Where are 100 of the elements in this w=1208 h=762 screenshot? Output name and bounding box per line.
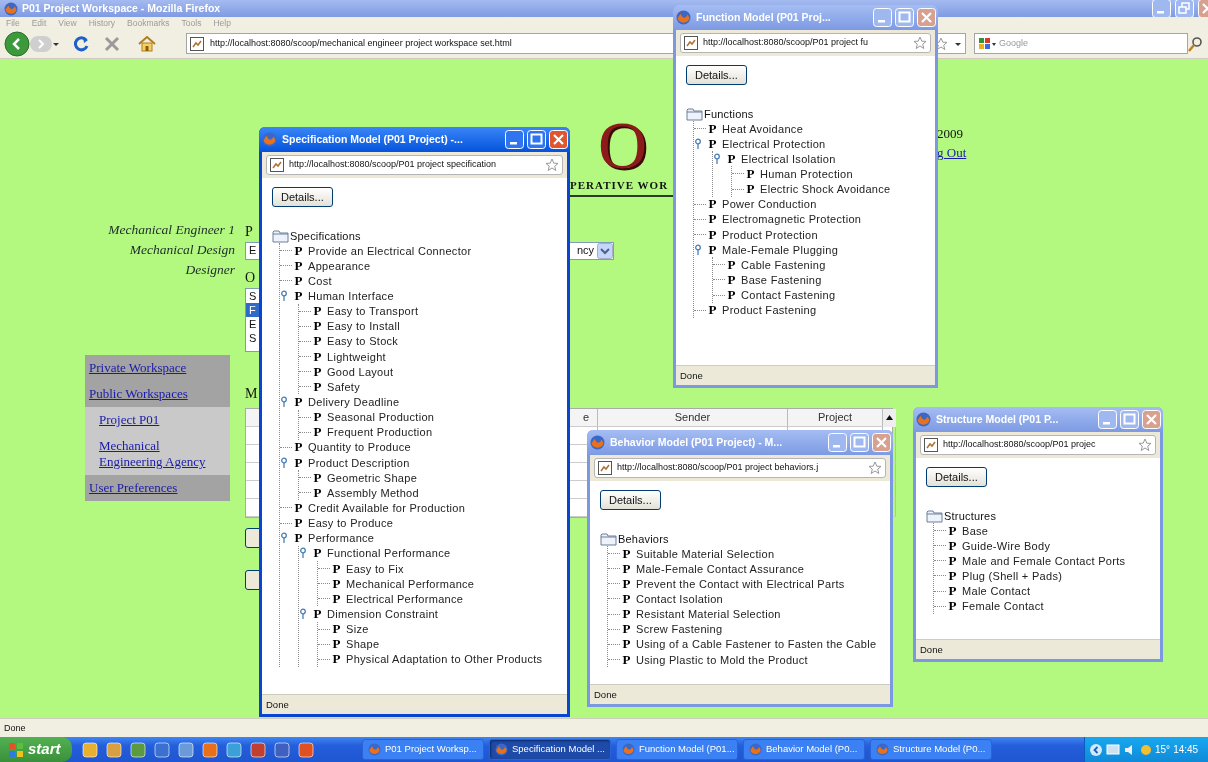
tree-item[interactable]: Safety [327,379,360,394]
app-shortcut-icon[interactable] [106,741,122,758]
address-field[interactable]: http://localhost:8080/scoop/P01 projec [920,435,1156,455]
tree-item[interactable]: Quantity to Produce [308,440,411,455]
minimize-button[interactable] [873,8,892,27]
tree-item[interactable]: Appearance [308,258,371,273]
app-shortcut-icon[interactable] [226,741,242,758]
tree-item[interactable]: Electrical Isolation [741,151,836,166]
tree-root[interactable]: Specifications [290,230,361,243]
tree-item[interactable]: Suitable Material Selection [636,546,775,561]
app-shortcut-icon[interactable] [298,741,314,758]
tree-item[interactable]: Male Contact [962,584,1031,599]
close-button[interactable] [872,433,891,452]
details-button[interactable]: Details... [272,187,333,207]
tree-item[interactable]: Assembly Method [327,485,419,500]
tree-item[interactable]: Product Description [308,455,410,470]
details-button[interactable]: Details... [600,490,661,510]
weather-icon[interactable] [1140,743,1152,756]
minimize-button[interactable] [1098,410,1117,429]
app-shortcut-icon[interactable] [202,741,218,758]
home-icon[interactable] [138,35,156,52]
maximize-button[interactable] [850,433,869,452]
minimize-button[interactable] [1152,0,1171,18]
star-icon[interactable] [545,158,559,172]
taskbar-button[interactable]: Function Model (P01... [616,739,738,760]
tree-item[interactable]: Female Contact [962,599,1044,614]
tree-item[interactable]: Easy to Produce [308,516,394,531]
tree-item[interactable]: Provide an Electrical Connector [308,243,472,258]
address-field[interactable]: http://localhost:8080/scoop/P01 project behaviors.j [594,458,886,478]
details-button[interactable]: Details... [686,65,747,85]
tree-root[interactable]: Behaviors [618,533,669,546]
tree-item[interactable]: Geometric Shape [327,470,418,485]
taskbar-button[interactable]: Specification Model ... [489,739,611,760]
tree-item[interactable]: Physical Adaptation to Other Products [346,652,543,667]
colored-squares-icon[interactable] [978,36,996,51]
tree-item[interactable]: Resistant Material Selection [636,607,781,622]
tree-item[interactable]: Base Fastening [741,272,822,287]
search-field[interactable]: Google [974,33,1188,54]
tree-item[interactable]: Good Layout [327,364,394,379]
star-icon[interactable] [913,36,927,50]
tree-item[interactable]: Using of a Cable Fastener to Fasten the Cable [636,637,877,652]
logout-link[interactable]: g Out [937,145,967,161]
tree-item[interactable]: Male-Female Plugging [722,242,839,257]
stop-icon[interactable] [104,35,120,52]
app-shortcut-icon[interactable] [154,741,170,758]
tree-item[interactable]: Size [346,622,369,637]
tree-item[interactable]: Contact Fastening [741,288,836,303]
tree-item[interactable]: Cost [308,273,332,288]
tree-item[interactable]: Performance [308,531,375,546]
minimize-button[interactable] [505,130,524,149]
app-shortcut-icon[interactable] [82,741,98,758]
tree-item[interactable]: Easy to Install [327,319,400,334]
tree-item[interactable]: Human Interface [308,289,394,303]
app-shortcut-icon[interactable] [178,741,194,758]
tree-item[interactable]: Male and Female Contact Ports [962,553,1126,568]
tree-item[interactable]: Functional Performance [327,546,451,561]
tree-item[interactable]: Human Protection [760,167,853,181]
tree-item[interactable]: Screw Fastening [636,622,723,637]
details-button[interactable]: Details... [926,467,987,487]
tree-item[interactable]: Electric Shock Avoidance [760,182,891,197]
taskbar-button[interactable]: P01 Project Worksp... [362,739,484,760]
tree-item[interactable]: Power Conduction [722,197,817,212]
tree-item[interactable]: Easy to Fix [346,561,404,576]
tree-item[interactable]: Easy to Transport [327,304,419,319]
app-shortcut-icon[interactable] [250,741,266,758]
tree-item[interactable]: Male-Female Contact Assurance [636,561,805,576]
tree-item[interactable]: Guide-Wire Body [962,538,1051,553]
tree-item[interactable]: Electrical Performance [346,591,464,606]
app-shortcut-icon[interactable] [130,741,146,758]
tree-item[interactable]: Heat Avoidance [722,121,804,136]
close-button[interactable] [549,130,568,149]
tree-item[interactable]: Prevent the Contact with Electrical Parts [636,576,845,591]
star-icon[interactable] [868,461,882,475]
tree-item[interactable]: Base [962,523,989,538]
tree-item[interactable]: Shape [346,637,380,652]
tree-item[interactable]: Dimension Constraint [327,606,439,621]
tree-item[interactable]: Plug (Shell + Pads) [962,569,1063,583]
tree-item[interactable]: Seasonal Production [327,410,435,425]
app-shortcut-icon[interactable] [274,741,290,758]
minimize-button[interactable] [828,433,847,452]
tree-item[interactable]: Lightweight [327,349,386,364]
tree-item[interactable]: Electrical Protection [722,136,826,151]
maximize-button[interactable] [527,130,546,149]
tree-item[interactable]: Contact Isolation [636,592,724,606]
address-field[interactable]: http://localhost:8080/scoop/P01 project specification [266,155,563,175]
reload-icon[interactable] [72,34,90,53]
tree-root[interactable]: Functions [704,108,754,121]
tree-item[interactable]: Delivery Deadline [308,394,400,409]
taskbar-button[interactable]: Structure Model (P0... [870,739,992,760]
back-button[interactable] [4,30,30,57]
tree-item[interactable]: Mechanical Performance [346,576,475,591]
close-button[interactable] [1142,410,1161,429]
tree-item[interactable]: Cable Fastening [741,257,826,272]
tree-item[interactable]: Using Plastic to Mold the Product [636,652,808,667]
restore-button[interactable] [1175,0,1194,18]
tree-item[interactable]: Easy to Stock [327,334,399,349]
tree-item[interactable]: Product Protection [722,227,818,242]
tree-item[interactable]: Credit Available for Production [308,500,466,515]
tree-root[interactable]: Structures [944,510,997,523]
maximize-button[interactable] [1120,410,1139,429]
